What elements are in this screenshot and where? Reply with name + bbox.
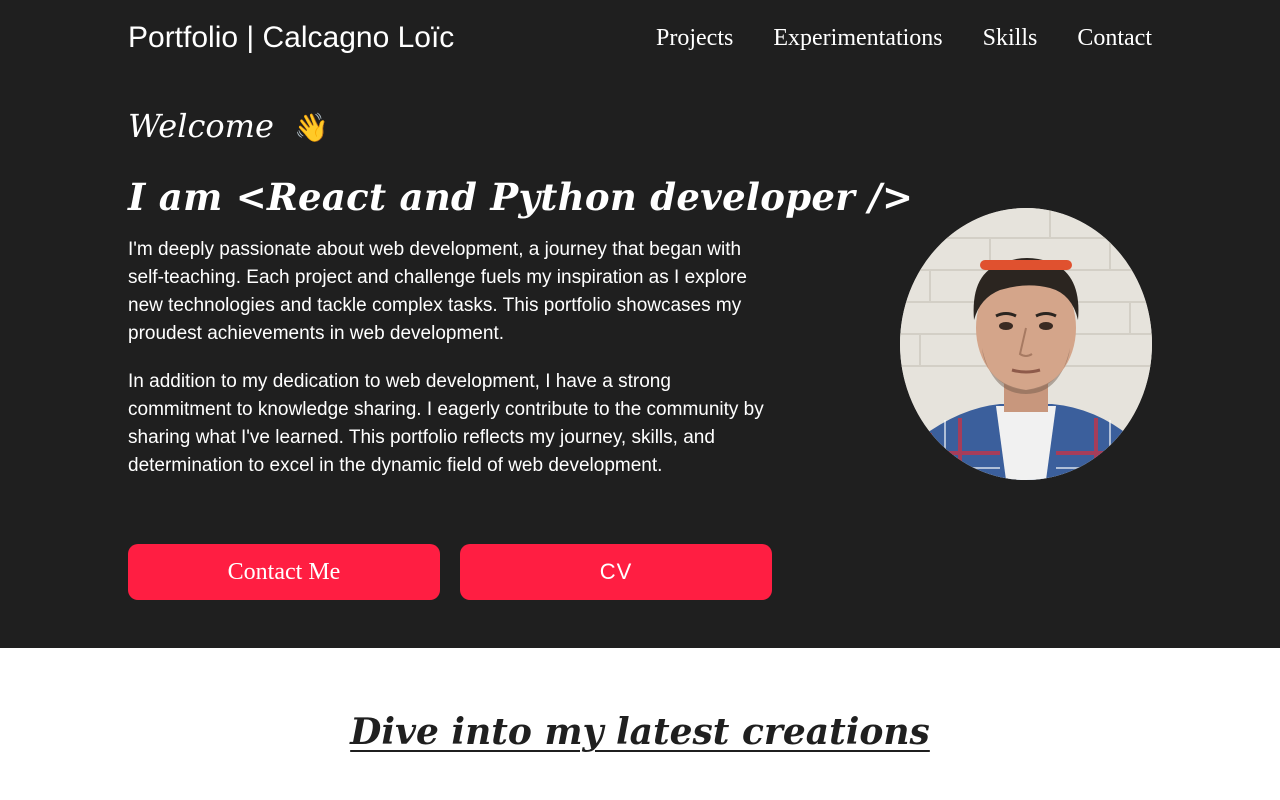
cv-button[interactable]: CV <box>460 544 772 600</box>
profile-photo <box>900 208 1152 480</box>
profile-avatar <box>900 208 1152 480</box>
intro-text: I'm deeply passionate about web developm… <box>128 236 768 500</box>
welcome-text: Welcome <box>128 107 274 145</box>
nav-contact[interactable]: Contact <box>1077 20 1152 56</box>
intro-paragraph-2: In addition to my dedication to web deve… <box>128 371 764 476</box>
nav-skills[interactable]: Skills <box>983 20 1038 56</box>
hero-section: Portfolio | Calcagno Loïc Projects Exper… <box>0 0 1280 648</box>
hero-headline: I am <React and Python developer /> <box>128 175 914 219</box>
site-brand[interactable]: Portfolio | Calcagno Loïc <box>128 18 454 58</box>
nav-projects[interactable]: Projects <box>656 20 733 56</box>
waving-hand-icon: 👋 <box>294 111 329 144</box>
nav-experimentations[interactable]: Experimentations <box>773 20 942 56</box>
main-nav: Projects Experimentations Skills Contact <box>656 20 1152 56</box>
intro-paragraph-1: I'm deeply passionate about web developm… <box>128 239 747 344</box>
latest-creations-title: Dive into my latest creations <box>350 711 930 753</box>
welcome-heading: Welcome 👋 <box>128 104 329 150</box>
contact-me-button[interactable]: Contact Me <box>128 544 440 600</box>
latest-creations-heading: Dive into my latest creations <box>0 704 1280 760</box>
